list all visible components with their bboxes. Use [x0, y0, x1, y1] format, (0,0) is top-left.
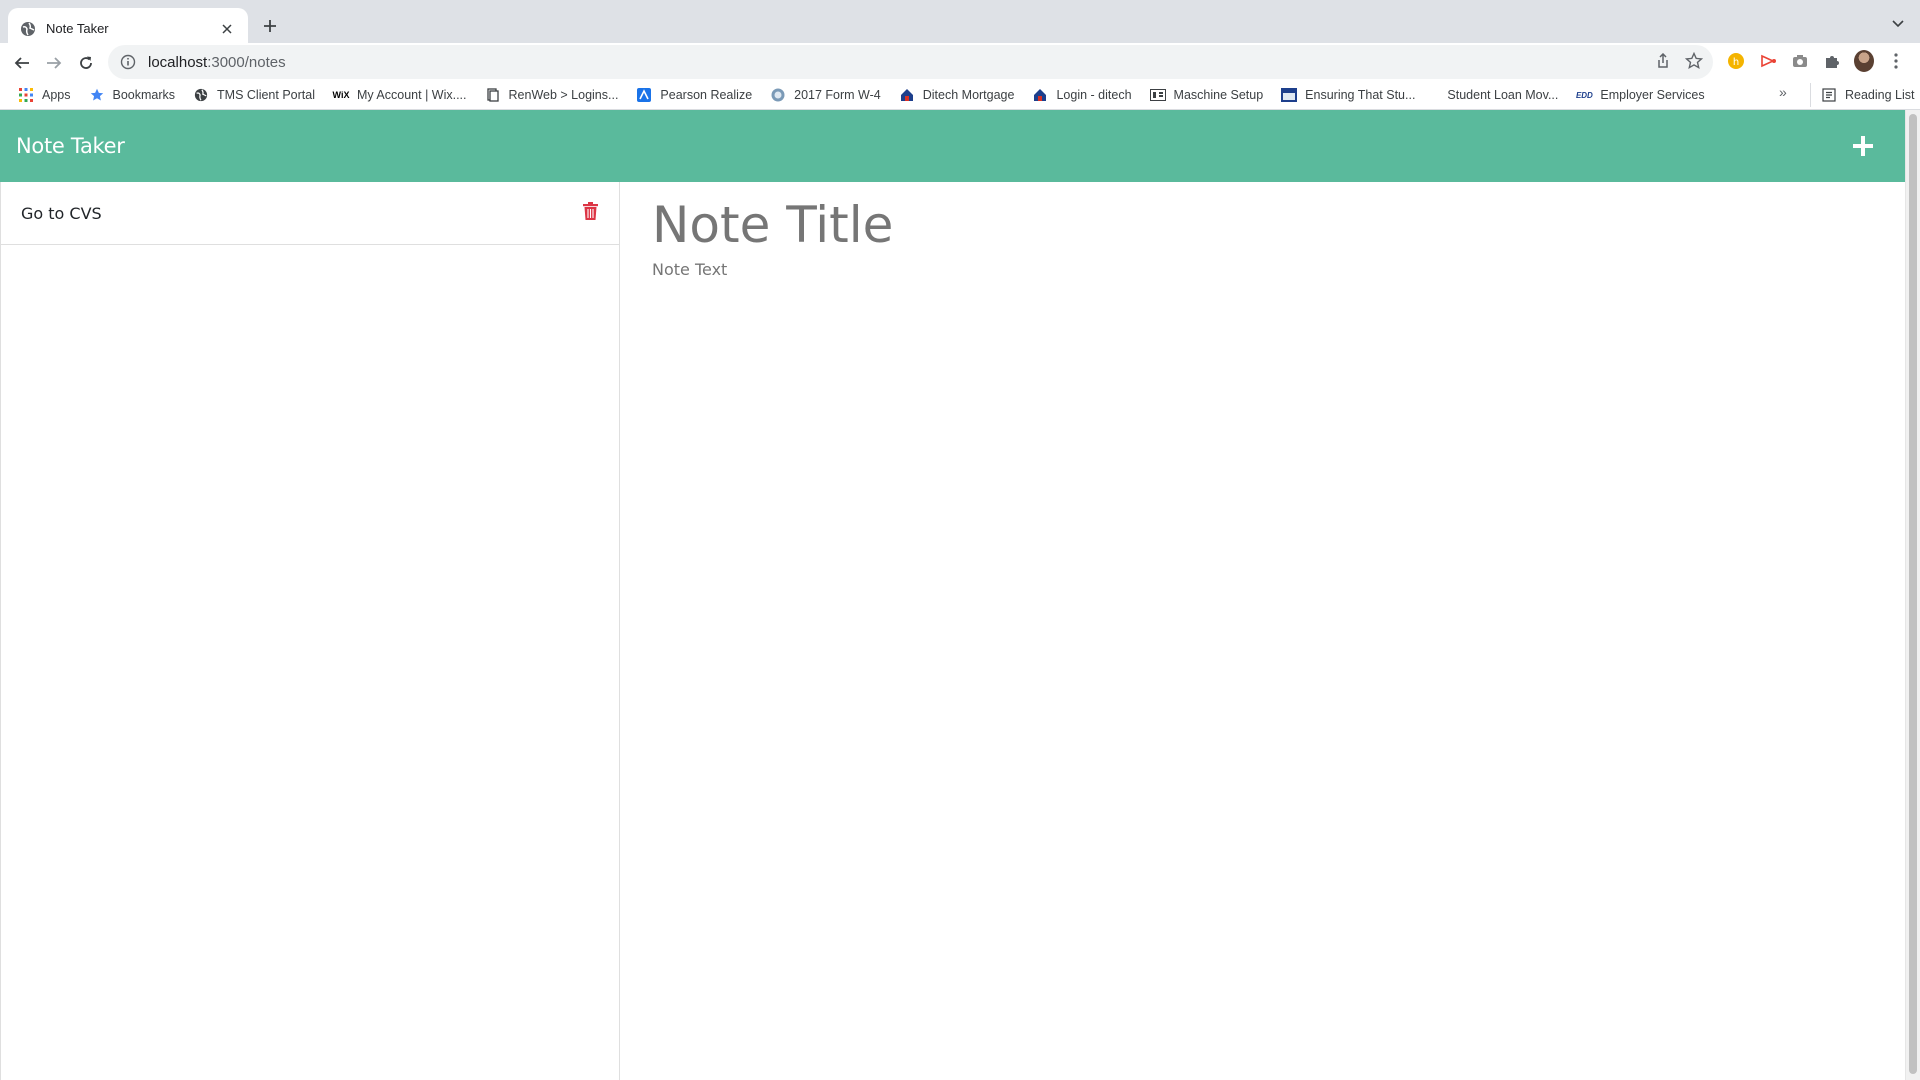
profile-avatar[interactable]	[1854, 50, 1874, 72]
note-item-title: Go to CVS	[21, 203, 102, 223]
new-tab-button[interactable]	[258, 14, 282, 38]
reading-list-icon	[1821, 87, 1837, 103]
close-icon[interactable]	[218, 20, 236, 38]
bookmark-label: Employer Services	[1600, 88, 1705, 102]
avatar	[1854, 50, 1874, 72]
bookmark-label: Maschine Setup	[1173, 88, 1264, 102]
wix-icon: WiX	[332, 90, 350, 100]
bookmark-form-w4[interactable]: 2017 Form W-4	[764, 83, 887, 107]
reading-list-label: Reading List	[1845, 88, 1915, 102]
extensions-area: h	[1726, 50, 1906, 72]
url-host: localhost	[148, 53, 208, 71]
bookmark-label: Student Loan Mov...	[1447, 88, 1559, 102]
reading-list-button[interactable]: Reading List	[1810, 83, 1915, 107]
bookmark-label: RenWeb > Logins...	[508, 88, 619, 102]
bookmark-label: 2017 Form W-4	[794, 88, 881, 102]
bookmark-label: TMS Client Portal	[217, 88, 315, 102]
bookmarks-bar: Apps Bookmarks TMS Client Portal WiX My …	[0, 81, 1920, 110]
bookmark-label: Login - ditech	[1056, 88, 1132, 102]
arrow-right-icon	[47, 57, 62, 69]
kebab-menu-icon[interactable]	[1886, 51, 1906, 71]
puzzle-icon[interactable]	[1822, 51, 1842, 71]
bookmark-wix[interactable]: WiX My Account | Wix....	[327, 83, 473, 107]
browser-toolbar: localhost:3000/notes h	[0, 43, 1920, 81]
screencast-extension-icon[interactable]	[1758, 51, 1778, 71]
bookmark-label: Pearson Realize	[660, 88, 753, 102]
plus-icon	[1853, 136, 1873, 156]
app-title[interactable]: Note Taker	[16, 134, 125, 158]
bookmark-bookmarks[interactable]: Bookmarks	[83, 83, 182, 107]
address-bar[interactable]: localhost:3000/notes	[108, 45, 1713, 79]
new-note-button[interactable]	[1849, 132, 1877, 160]
app-navbar: Note Taker	[0, 110, 1905, 182]
arrow-left-icon	[14, 57, 29, 69]
house-icon	[899, 87, 915, 103]
bookmark-label: Apps	[42, 88, 71, 102]
bookmark-student-loan[interactable]: Student Loan Mov...	[1441, 83, 1564, 107]
trash-icon[interactable]	[581, 200, 599, 222]
back-button[interactable]	[8, 49, 36, 77]
scrollbar-thumb[interactable]	[1909, 114, 1917, 1074]
chevron-down-icon[interactable]	[1888, 14, 1908, 34]
forward-button[interactable]	[40, 49, 68, 77]
bookmark-pearson-realize[interactable]: Pearson Realize	[630, 83, 758, 107]
list-item[interactable]: Go to CVS	[1, 182, 619, 245]
bookmark-renweb[interactable]: RenWeb > Logins...	[479, 83, 625, 107]
browser-tab-strip: Note Taker	[0, 0, 1920, 49]
bookmark-ditech-mortgage[interactable]: Ditech Mortgage	[893, 83, 1021, 107]
reload-icon	[80, 56, 92, 69]
reload-button[interactable]	[72, 49, 100, 77]
star-icon[interactable]	[1684, 51, 1704, 75]
honey-extension-icon[interactable]: h	[1726, 51, 1746, 71]
apps-grid-icon	[18, 87, 34, 103]
bookmark-label: Ditech Mortgage	[922, 88, 1015, 102]
house-icon	[1032, 87, 1048, 103]
chevron-double-right-icon[interactable]: »	[1779, 84, 1787, 100]
page-icon	[485, 87, 501, 103]
bookmark-tms-client-portal[interactable]: TMS Client Portal	[187, 83, 321, 107]
bookmark-ensuring-that[interactable]: Ensuring That Stu...	[1275, 83, 1421, 107]
svg-text:h: h	[1733, 57, 1739, 68]
device-icon	[1149, 87, 1166, 103]
camera-icon[interactable]	[1790, 51, 1810, 71]
note-editor	[620, 182, 1905, 1080]
url-text: localhost:3000/notes	[148, 54, 286, 71]
bookmark-apps[interactable]: Apps	[12, 83, 77, 107]
notes-list: Go to CVS	[0, 182, 620, 1080]
edd-icon: EDD	[1575, 90, 1593, 100]
star-icon	[89, 87, 105, 103]
url-path: :3000/notes	[207, 53, 286, 71]
share-icon[interactable]	[1655, 52, 1671, 74]
bookmark-login-ditech[interactable]: Login - ditech	[1026, 83, 1137, 107]
bookmark-maschine-setup[interactable]: Maschine Setup	[1144, 83, 1270, 107]
bookmark-label: Ensuring That Stu...	[1305, 88, 1416, 102]
tab-title: Note Taker	[46, 21, 109, 36]
irs-icon	[770, 87, 786, 103]
page-scrollbar[interactable]	[1905, 110, 1920, 1080]
bookmark-label: My Account | Wix....	[356, 88, 467, 102]
globe-icon	[193, 87, 209, 103]
bookmark-employer-services[interactable]: EDD Employer Services	[1570, 83, 1710, 107]
doc-icon	[1281, 87, 1298, 103]
note-title-input[interactable]	[650, 190, 1850, 260]
info-icon[interactable]	[120, 54, 136, 70]
pearson-icon	[636, 87, 652, 103]
bookmark-label: Bookmarks	[112, 88, 176, 102]
note-text-input[interactable]	[650, 260, 1850, 1040]
globe-icon	[20, 21, 36, 37]
